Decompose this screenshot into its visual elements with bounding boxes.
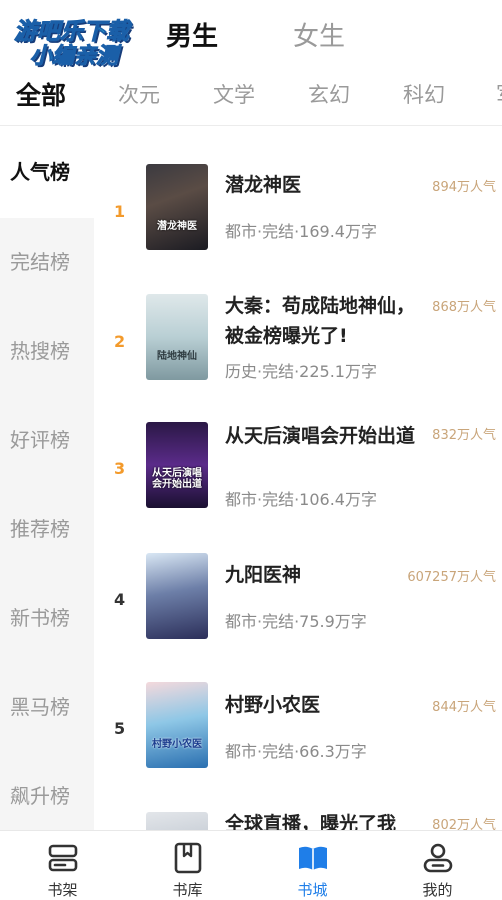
cover-title: 村野小农医 bbox=[152, 739, 202, 750]
book-title: 村野小农医 bbox=[225, 694, 321, 716]
book-cover: 村野小农医 bbox=[146, 682, 208, 768]
category-tab-jun[interactable]: 军 bbox=[496, 79, 502, 109]
book-cover bbox=[146, 553, 208, 639]
category-tab-wenxue[interactable]: 文学 bbox=[213, 79, 255, 109]
book-cover bbox=[146, 812, 208, 830]
category-tabs: 全部 次元 文学 玄幻 科幻 军 bbox=[0, 70, 502, 125]
rank-number: 3 bbox=[114, 459, 126, 478]
book-item[interactable]: 5 村野小农医 村野小农医 都市·完结·66.3万字 844万人气 bbox=[94, 682, 502, 802]
bottom-navigation: 书架 书库 书城 我的 bbox=[0, 830, 502, 900]
watermark-logo: 游吧乐下载 小编亲测 bbox=[10, 8, 150, 70]
nav-label: 书架 bbox=[47, 881, 78, 899]
rank-tab-popular[interactable]: 人气榜 bbox=[0, 126, 94, 218]
cover-title: 从天后演唱会开始出道 bbox=[152, 468, 202, 490]
book-meta: 都市·完结·75.9万字 bbox=[225, 612, 367, 631]
book-title: 九阳医神 bbox=[225, 564, 302, 586]
book-item[interactable]: 3 从天后演唱会开始出道 从天后演唱会开始出道 都市·完结·106.4万字 83… bbox=[94, 422, 502, 542]
book-title: 大秦：苟成陆地神仙，被金榜曝光了! bbox=[225, 295, 416, 347]
rank-tab-dark-horse[interactable]: 黑马榜 bbox=[0, 691, 94, 720]
book-item[interactable]: 全球直播，曝光了我 802万人气 bbox=[94, 810, 502, 830]
nav-profile[interactable]: 我的 bbox=[375, 831, 500, 900]
rank-number: 5 bbox=[114, 719, 126, 738]
rank-tab-hot-search[interactable]: 热搜榜 bbox=[0, 335, 94, 364]
rank-sidebar: 人气榜 完结榜 热搜榜 好评榜 推荐榜 新书榜 黑马榜 飙升榜 bbox=[0, 126, 94, 830]
rank-tab-new-book[interactable]: 新书榜 bbox=[0, 602, 94, 631]
book-cover: 陆地神仙 bbox=[146, 294, 208, 380]
rank-tab-good-review[interactable]: 好评榜 bbox=[0, 424, 94, 453]
nav-label: 书库 bbox=[172, 881, 203, 899]
book-meta: 历史·完结·225.1万字 bbox=[225, 362, 377, 381]
nav-library[interactable]: 书库 bbox=[125, 831, 250, 900]
profile-icon bbox=[423, 843, 453, 873]
library-icon bbox=[174, 842, 202, 874]
popularity-count: 607257万人气 bbox=[407, 570, 496, 585]
book-cover: 从天后演唱会开始出道 bbox=[146, 422, 208, 508]
nav-bookshelf[interactable]: 书架 bbox=[0, 831, 125, 900]
category-tab-kehuan[interactable]: 科幻 bbox=[403, 79, 445, 109]
rank-number: 1 bbox=[114, 202, 126, 221]
popularity-count: 802万人气 bbox=[432, 818, 496, 830]
popularity-count: 868万人气 bbox=[432, 300, 496, 315]
cover-title: 潜龙神医 bbox=[157, 221, 197, 232]
category-tab-all[interactable]: 全部 bbox=[16, 76, 66, 112]
rank-number: 4 bbox=[114, 590, 126, 609]
bookshelf-icon bbox=[48, 844, 78, 872]
nav-label: 我的 bbox=[422, 881, 453, 899]
rank-tab-rising[interactable]: 飙升榜 bbox=[0, 780, 94, 809]
book-meta: 都市·完结·106.4万字 bbox=[225, 490, 377, 509]
book-list: 1 潜龙神医 潜龙神医 都市·完结·169.4万字 894万人气 2 陆地神仙 … bbox=[94, 126, 502, 830]
rank-tab-recommend[interactable]: 推荐榜 bbox=[0, 513, 94, 542]
book-title: 潜龙神医 bbox=[225, 174, 302, 196]
popularity-count: 894万人气 bbox=[432, 180, 496, 195]
logo-line-2: 小编亲测 bbox=[29, 44, 119, 70]
book-item[interactable]: 1 潜龙神医 潜龙神医 都市·完结·169.4万字 894万人气 bbox=[94, 162, 502, 282]
rank-number: 2 bbox=[114, 332, 126, 351]
book-meta: 都市·完结·169.4万字 bbox=[225, 222, 377, 241]
book-title: 从天后演唱会开始出道 bbox=[225, 425, 416, 447]
book-title: 全球直播，曝光了我 bbox=[225, 813, 397, 830]
tab-female[interactable]: 女生 bbox=[293, 16, 345, 53]
tab-male[interactable]: 男生 bbox=[166, 16, 218, 53]
popularity-count: 832万人气 bbox=[432, 428, 496, 443]
bookstore-icon bbox=[299, 846, 327, 870]
category-tab-xuanhuan[interactable]: 玄幻 bbox=[308, 79, 350, 109]
nav-label: 书城 bbox=[297, 881, 328, 899]
book-cover: 潜龙神医 bbox=[146, 164, 208, 250]
book-item[interactable]: 4 九阳医神 都市·完结·75.9万字 607257万人气 bbox=[94, 552, 502, 672]
header: 游吧乐下载 小编亲测 男生 女生 bbox=[0, 0, 502, 70]
book-meta: 都市·完结·66.3万字 bbox=[225, 742, 367, 761]
category-tab-ciyuan[interactable]: 次元 bbox=[118, 79, 160, 109]
popularity-count: 844万人气 bbox=[432, 700, 496, 715]
book-item[interactable]: 2 陆地神仙 大秦：苟成陆地神仙，被金榜曝光了! 历史·完结·225.1万字 8… bbox=[94, 292, 502, 412]
nav-bookstore[interactable]: 书城 bbox=[250, 831, 375, 900]
cover-title: 陆地神仙 bbox=[157, 351, 197, 362]
rank-tab-finished[interactable]: 完结榜 bbox=[0, 246, 94, 275]
